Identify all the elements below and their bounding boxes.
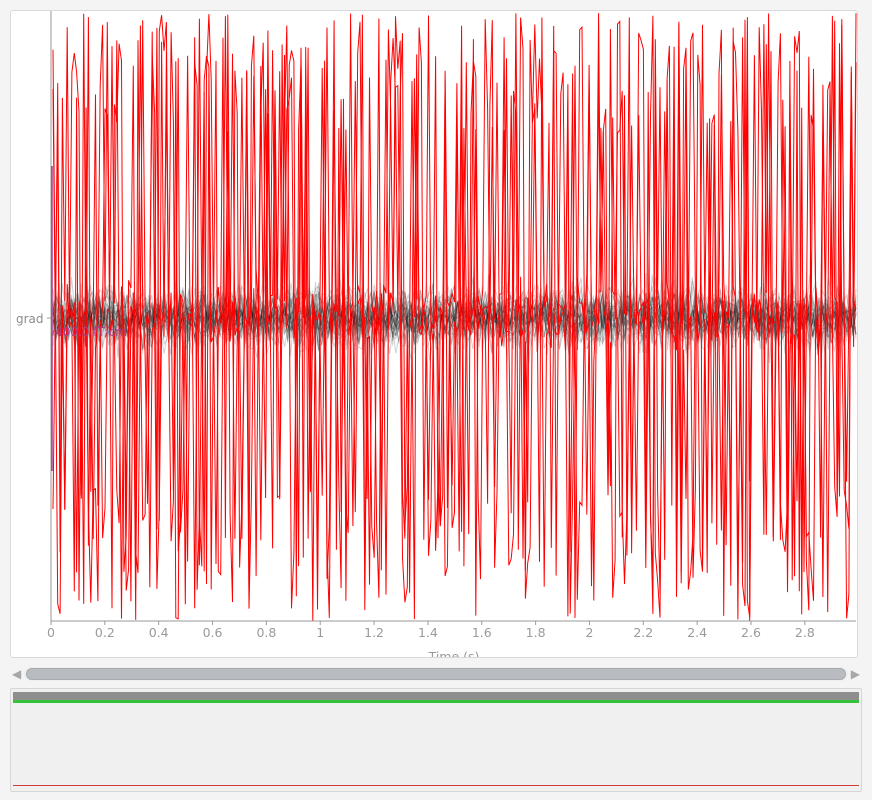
x-tick-label-12: 2.4 bbox=[687, 625, 707, 640]
x-tick-label-2: 0.4 bbox=[149, 625, 169, 640]
x-tick-label-13: 2.6 bbox=[741, 625, 761, 640]
time-scrollbar[interactable]: ◀ ▶ bbox=[10, 664, 862, 684]
x-tick-label-7: 1.4 bbox=[418, 625, 438, 640]
scroll-left-arrow-icon[interactable]: ◀ bbox=[12, 667, 21, 681]
scrollbar-track[interactable] bbox=[24, 667, 848, 681]
overview-view-marker[interactable] bbox=[13, 700, 859, 703]
x-tick-label-1: 0.2 bbox=[95, 625, 115, 640]
scrollbar-thumb[interactable] bbox=[26, 668, 846, 680]
scale-label: 400.0 fT/cm bbox=[55, 325, 127, 339]
x-tick-label-0: 0 bbox=[47, 625, 55, 640]
overview-bad-channel-line bbox=[13, 785, 859, 786]
x-axis-label: Time (s) bbox=[428, 649, 480, 657]
x-axis-ticks: 0 0.2 0.4 0.6 0.8 1 1.2 1.4 1.6 1.8 2 2.2 2.4 2.6 2.8 bbox=[47, 620, 856, 640]
channel-label-grad: grad bbox=[16, 312, 44, 326]
scroll-right-arrow-icon[interactable]: ▶ bbox=[851, 667, 860, 681]
raw-data-plot-panel[interactable]: grad 400.0 fT/cm 0 0.2 0.4 0.6 0.8 1 1.2 1.4 1.6… bbox=[10, 10, 858, 658]
overview-bar-panel[interactable] bbox=[10, 688, 862, 792]
x-tick-label-6: 1.2 bbox=[364, 625, 384, 640]
x-tick-label-4: 0.8 bbox=[256, 625, 276, 640]
x-tick-label-9: 1.8 bbox=[526, 625, 546, 640]
x-tick-label-11: 2.2 bbox=[633, 625, 653, 640]
raw-trace-plot[interactable]: grad 400.0 fT/cm 0 0.2 0.4 0.6 0.8 1 1.2 1.4 1.6… bbox=[11, 11, 857, 657]
x-tick-label-3: 0.6 bbox=[203, 625, 223, 640]
x-tick-label-5: 1 bbox=[316, 625, 324, 640]
overview-time-bar bbox=[13, 692, 859, 700]
x-tick-label-8: 1.6 bbox=[472, 625, 492, 640]
x-tick-label-14: 2.8 bbox=[795, 625, 815, 640]
x-tick-label-10: 2 bbox=[585, 625, 593, 640]
